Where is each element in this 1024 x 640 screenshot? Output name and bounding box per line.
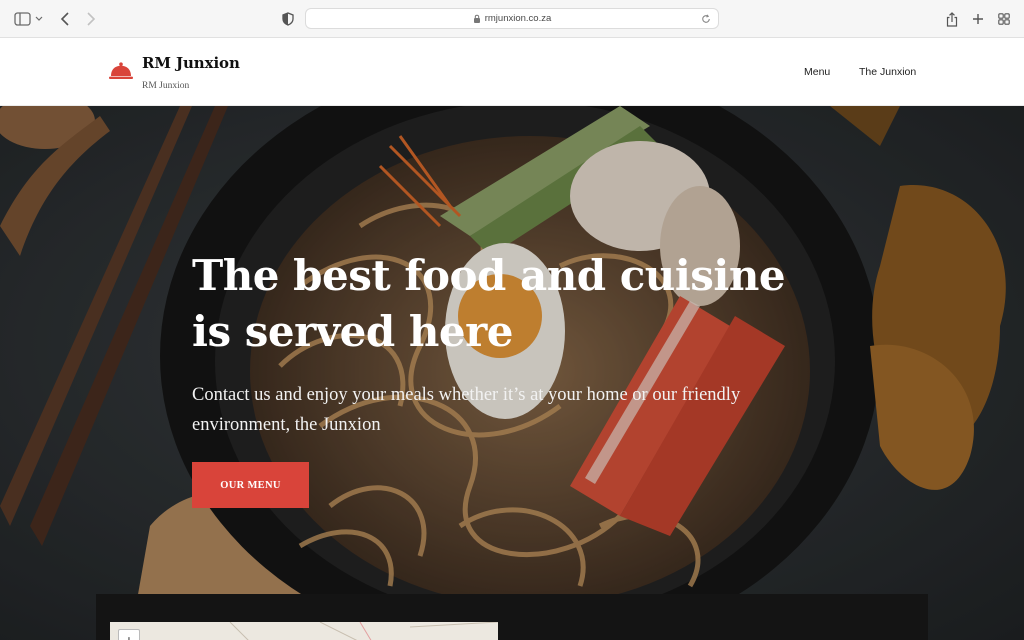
- browser-toolbar: rmjunxion.co.za: [0, 0, 1024, 38]
- lock-icon: [473, 14, 480, 23]
- hero-section: The best food and cuisine is served here…: [0, 106, 1024, 640]
- site-tagline: RM Junxion: [142, 81, 190, 91]
- contact-panel: +: [96, 594, 928, 640]
- back-icon[interactable]: [56, 9, 74, 29]
- hero-overlay: [0, 106, 1024, 640]
- share-icon[interactable]: [943, 9, 961, 29]
- our-menu-button[interactable]: OUR MENU: [192, 462, 309, 508]
- site-title[interactable]: RM Junxion: [142, 54, 240, 72]
- tab-overview-icon[interactable]: [995, 9, 1013, 29]
- hero-title: The best food and cuisine is served here: [192, 251, 786, 356]
- privacy-shield-icon[interactable]: [280, 9, 296, 29]
- reload-icon[interactable]: [700, 13, 712, 25]
- cloche-logo-icon[interactable]: [108, 61, 134, 81]
- nav-link-the-junxion[interactable]: The Junxion: [859, 66, 916, 78]
- map-zoom-in-button[interactable]: +: [118, 629, 140, 640]
- new-tab-icon[interactable]: [969, 9, 987, 29]
- nav-link-menu[interactable]: Menu: [804, 66, 830, 78]
- sidebar-toggle-icon[interactable]: [12, 9, 46, 29]
- address-bar[interactable]: rmjunxion.co.za: [305, 8, 719, 29]
- url-text: rmjunxion.co.za: [484, 13, 552, 24]
- forward-icon[interactable]: [82, 9, 100, 29]
- hero-subtitle: Contact us and enjoy your meals whether …: [192, 385, 741, 435]
- map-embed[interactable]: +: [110, 622, 498, 640]
